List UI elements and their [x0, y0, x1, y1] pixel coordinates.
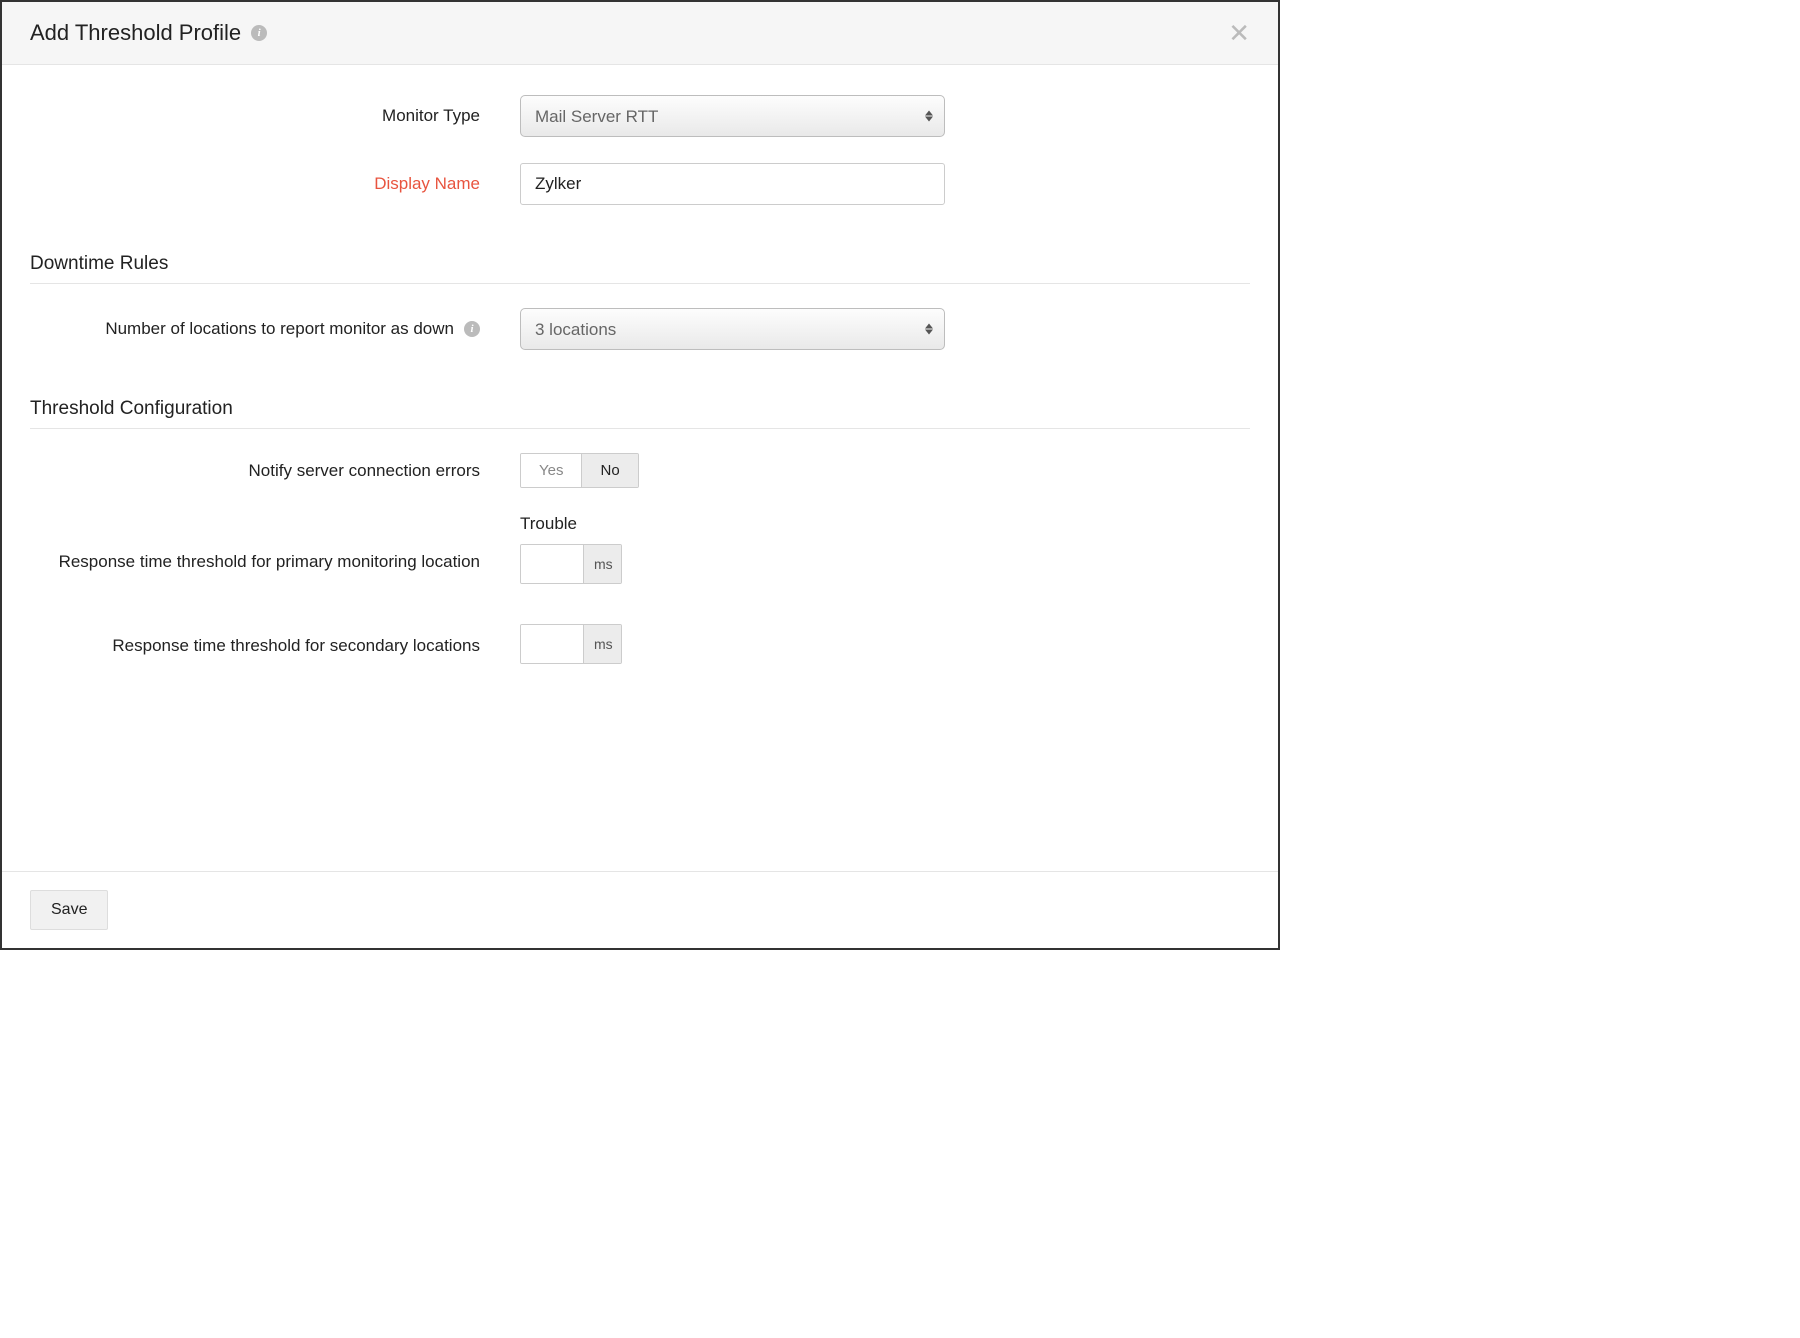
- notify-toggle: Yes No: [520, 453, 639, 488]
- info-icon[interactable]: i: [464, 321, 480, 337]
- section-divider: [30, 428, 1250, 429]
- primary-threshold-input-group: ms: [520, 544, 622, 584]
- secondary-threshold-row: Response time threshold for secondary lo…: [30, 624, 1250, 664]
- form-content: Monitor Type Mail Server RTT Display Nam…: [2, 65, 1278, 664]
- primary-threshold-block: Trouble ms: [520, 514, 622, 584]
- toggle-no-button[interactable]: No: [581, 454, 637, 487]
- display-name-input[interactable]: [520, 163, 945, 205]
- downtime-section-title: Downtime Rules: [30, 253, 1250, 275]
- save-button[interactable]: Save: [30, 890, 108, 930]
- display-name-row: Display Name: [30, 163, 1250, 205]
- monitor-type-select[interactable]: Mail Server RTT: [520, 95, 945, 137]
- notify-toggle-wrap: Yes No: [520, 453, 639, 488]
- dialog-footer: Save: [2, 871, 1278, 948]
- secondary-threshold-label: Response time threshold for secondary lo…: [30, 624, 520, 659]
- unit-label: ms: [583, 625, 622, 663]
- monitor-type-select-wrap: Mail Server RTT: [520, 95, 945, 137]
- toggle-yes-button[interactable]: Yes: [521, 454, 581, 487]
- locations-label-wrap: Number of locations to report monitor as…: [30, 319, 520, 339]
- trouble-header: Trouble: [520, 514, 622, 534]
- threshold-section-title: Threshold Configuration: [30, 398, 1250, 420]
- locations-select-wrap: 3 locations: [520, 308, 945, 350]
- monitor-type-label: Monitor Type: [30, 106, 520, 126]
- locations-select[interactable]: 3 locations: [520, 308, 945, 350]
- secondary-threshold-input[interactable]: [521, 625, 583, 663]
- display-name-wrap: [520, 163, 945, 205]
- section-divider: [30, 283, 1250, 284]
- primary-threshold-input[interactable]: [521, 545, 583, 583]
- monitor-type-row: Monitor Type Mail Server RTT: [30, 95, 1250, 137]
- page-title-text: Add Threshold Profile: [30, 20, 241, 46]
- secondary-threshold-input-group: ms: [520, 624, 622, 664]
- display-name-label: Display Name: [30, 174, 520, 194]
- primary-threshold-row: Response time threshold for primary moni…: [30, 514, 1250, 584]
- secondary-threshold-block: ms: [520, 624, 622, 664]
- notify-label: Notify server connection errors: [30, 461, 520, 481]
- close-button[interactable]: ✕: [1228, 20, 1250, 46]
- info-icon[interactable]: i: [251, 25, 267, 41]
- locations-label: Number of locations to report monitor as…: [105, 319, 454, 339]
- unit-label: ms: [583, 545, 622, 583]
- primary-threshold-label: Response time threshold for primary moni…: [30, 514, 520, 575]
- locations-row: Number of locations to report monitor as…: [30, 308, 1250, 350]
- notify-row: Notify server connection errors Yes No: [30, 453, 1250, 488]
- close-icon: ✕: [1228, 18, 1250, 48]
- dialog-header: Add Threshold Profile i ✕: [2, 2, 1278, 65]
- page-title: Add Threshold Profile i: [30, 20, 267, 46]
